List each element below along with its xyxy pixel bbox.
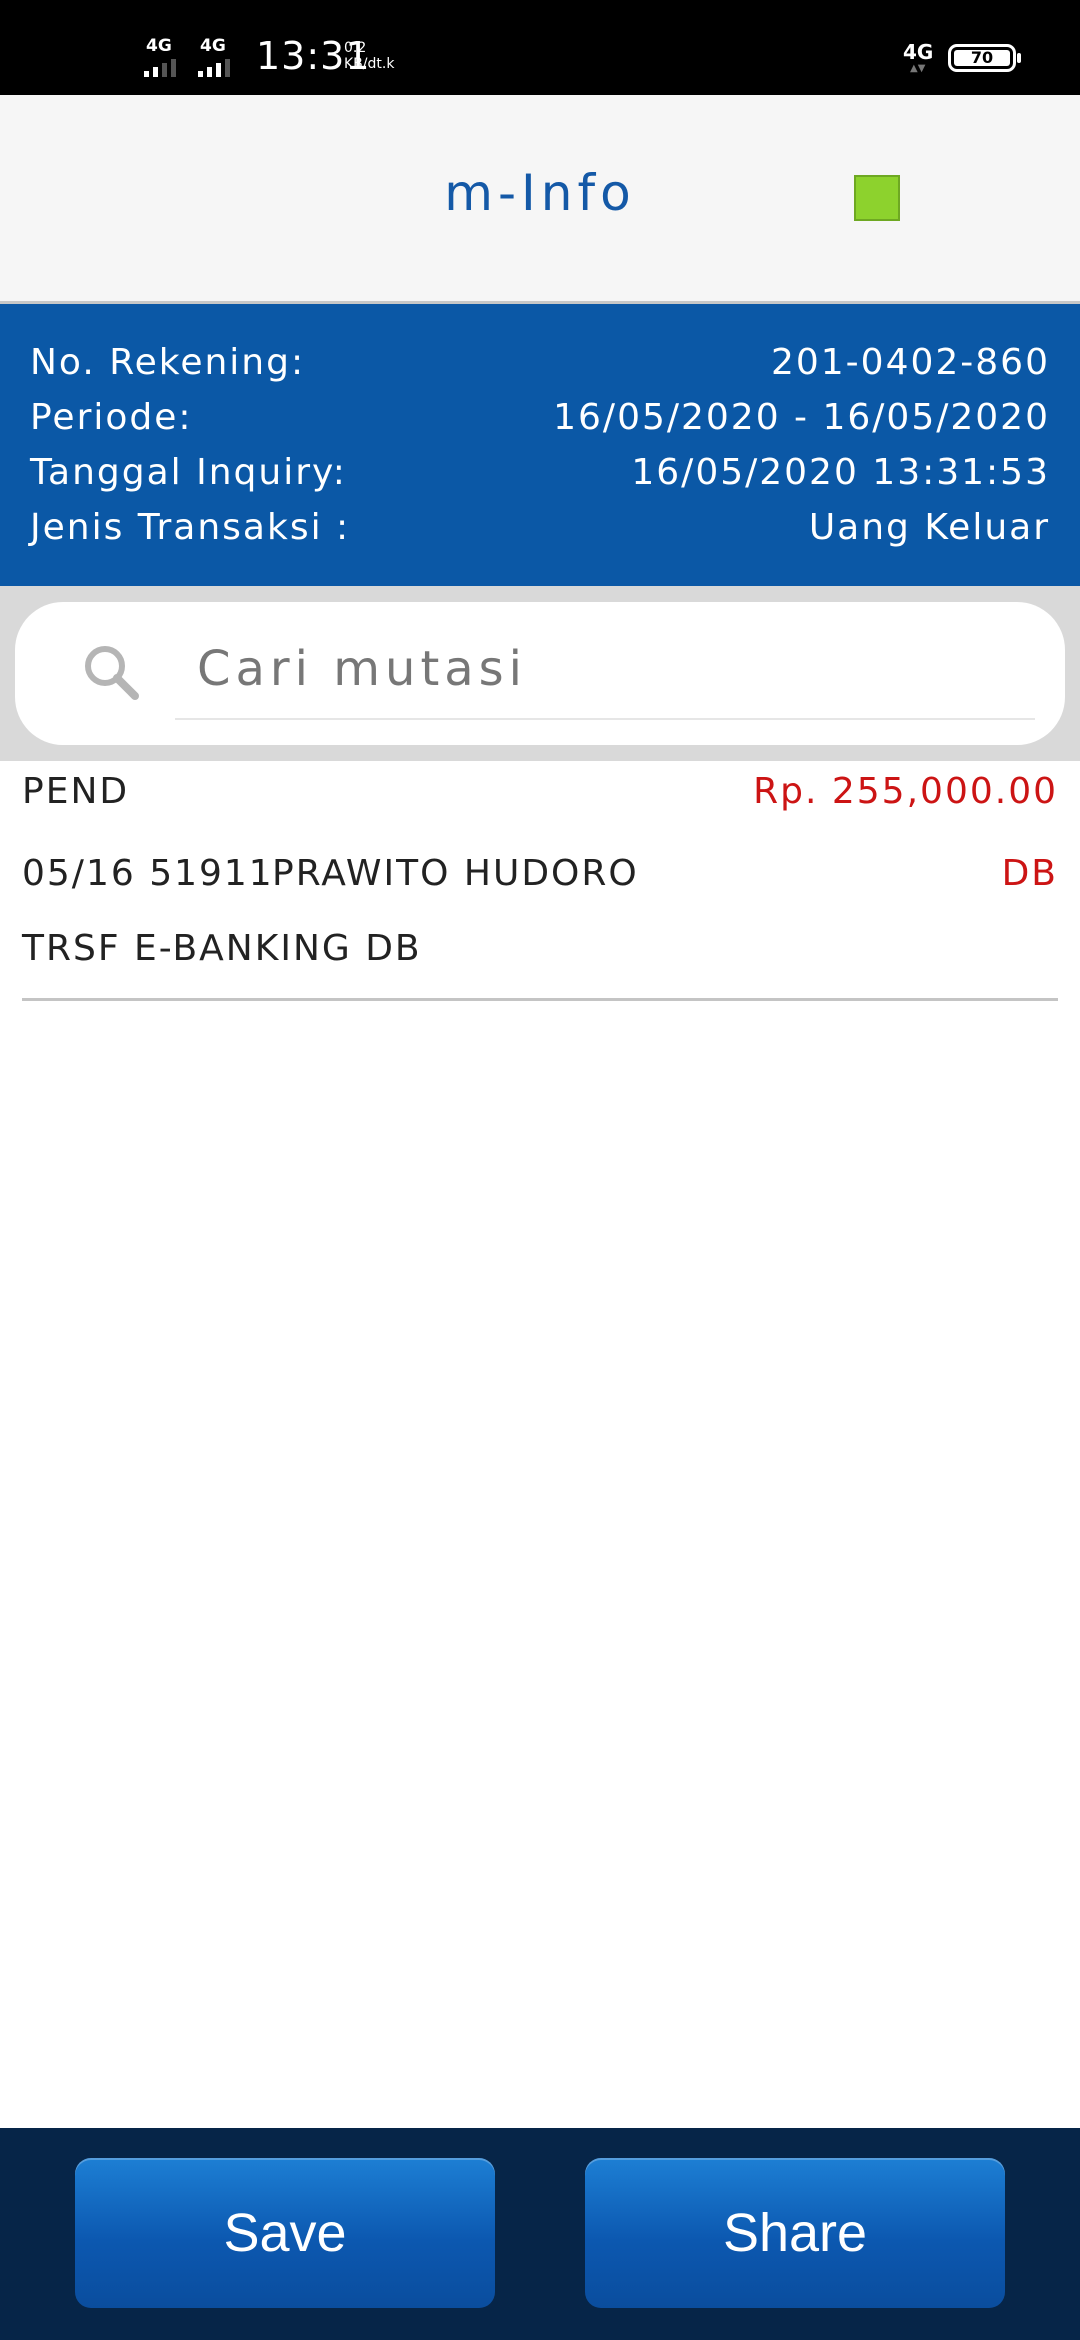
- rekening-value: 201-0402-860: [770, 342, 1050, 383]
- app-header: m-Info: [0, 95, 1080, 304]
- info-row-periode: Periode: 16/05/2020 - 16/05/2020: [30, 390, 1050, 445]
- periode-label: Periode:: [30, 397, 193, 438]
- network-type-sim2: 4G: [200, 36, 226, 56]
- transaction-date: 05/16 51911: [22, 853, 274, 894]
- status-indicator-icon: [854, 175, 900, 221]
- info-row-jenis: Jenis Transaksi : Uang Keluar: [30, 500, 1050, 555]
- network-speed: 0.2 KB/dt.k: [344, 40, 394, 72]
- signal-sim2-icon: 4G: [198, 38, 230, 77]
- network-speed-value: 0.2: [344, 40, 367, 56]
- info-row-inquiry: Tanggal Inquiry: 16/05/2020 13:31:53: [30, 445, 1050, 500]
- signal-sim1-icon: 4G: [144, 38, 176, 77]
- search-input[interactable]: [175, 620, 1035, 720]
- inquiry-value: 16/05/2020 13:31:53: [631, 452, 1050, 493]
- bottom-action-bar: Save Share: [0, 2128, 1080, 2340]
- battery-tip: [1017, 53, 1021, 63]
- transaction-status: PEND: [22, 771, 130, 812]
- battery-icon: 70: [948, 44, 1016, 72]
- network-type-right: 4G: [903, 40, 934, 64]
- rekening-label: No. Rekening:: [30, 342, 306, 383]
- network-speed-unit: KB/dt.k: [344, 56, 395, 72]
- info-row-rekening: No. Rekening: 201-0402-860: [30, 335, 1050, 390]
- share-button[interactable]: Share: [585, 2158, 1005, 2308]
- search-icon: [85, 646, 139, 700]
- jenis-label: Jenis Transaksi :: [30, 507, 351, 548]
- save-button[interactable]: Save: [75, 2158, 495, 2308]
- transaction-amount: Rp. 255,000.00: [753, 771, 1058, 812]
- periode-value: 16/05/2020 - 16/05/2020: [553, 397, 1050, 438]
- network-type-sim1: 4G: [146, 36, 172, 56]
- transaction-description: TRSF E-BANKING DB: [22, 928, 422, 969]
- account-info-panel: No. Rekening: 201-0402-860 Periode: 16/0…: [0, 304, 1080, 586]
- list-item[interactable]: PEND Rp. 255,000.00 05/16 51911 PRAWITO …: [22, 761, 1058, 1001]
- page-title: m-Info: [444, 164, 636, 222]
- search-box[interactable]: [15, 602, 1065, 745]
- inquiry-label: Tanggal Inquiry:: [30, 452, 347, 493]
- search-bar: [0, 586, 1080, 761]
- transaction-type: DB: [1001, 853, 1058, 894]
- transaction-name: PRAWITO HUDORO: [272, 853, 639, 894]
- data-activity-icon: ▲▼: [910, 63, 926, 74]
- battery-level: 70: [954, 50, 1010, 66]
- jenis-value: Uang Keluar: [808, 507, 1050, 548]
- status-bar: 4G 4G 13:31 0.2 KB/dt.k 4G ▲▼ 70: [0, 0, 1080, 95]
